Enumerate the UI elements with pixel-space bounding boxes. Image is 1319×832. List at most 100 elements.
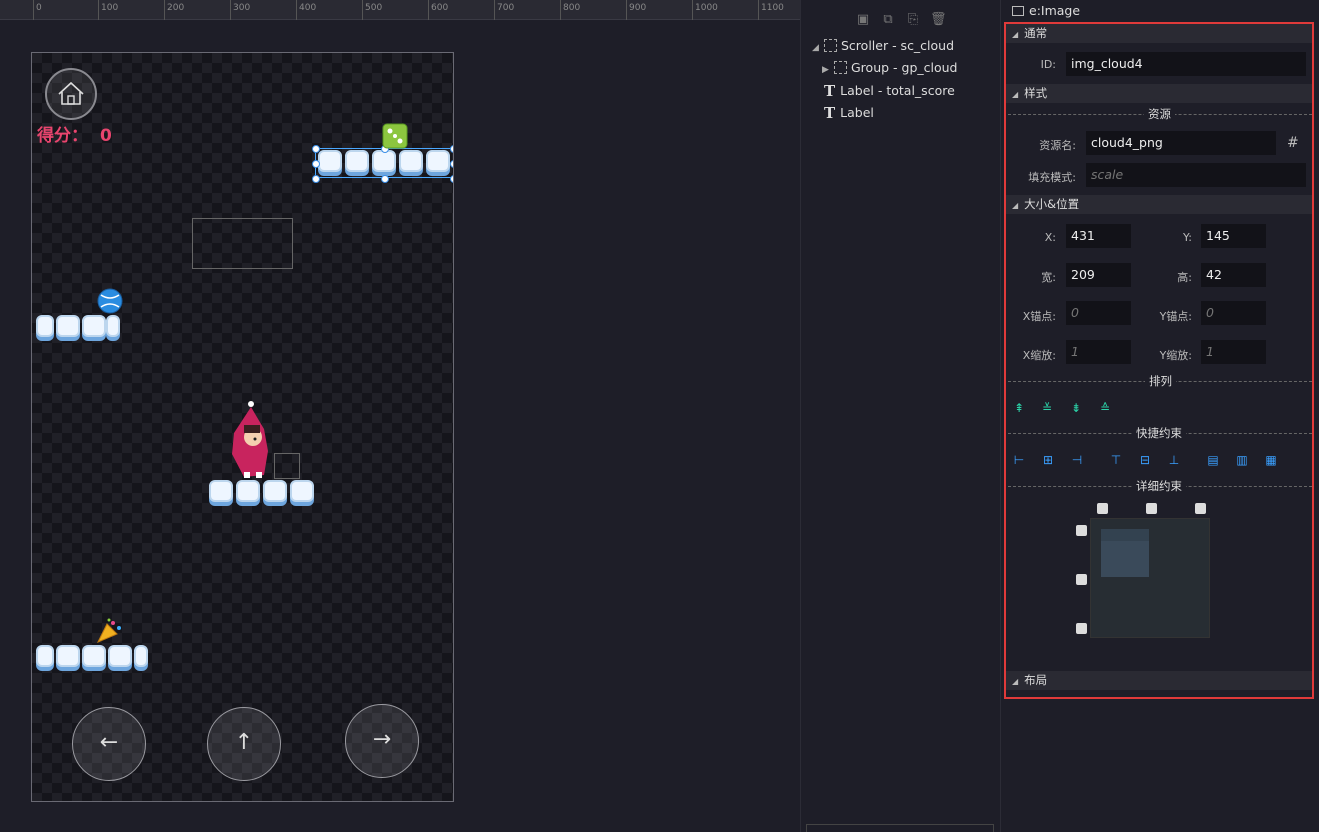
fill-both-icon[interactable]: ▦ [1263, 452, 1279, 468]
scale-y-field[interactable] [1201, 340, 1266, 364]
align-right-icon[interactable]: ⊣ [1069, 452, 1085, 468]
bring-forward-icon[interactable]: ≚ [1039, 400, 1055, 416]
tree-item-label-total-score[interactable]: T Label - total_score [824, 82, 955, 100]
bring-to-front-icon[interactable]: ⇞ [1011, 400, 1027, 416]
section-style[interactable]: ◢ 样式 [1006, 84, 1312, 103]
send-to-back-icon[interactable]: ≙ [1097, 400, 1113, 416]
character-sprite [232, 401, 268, 478]
x-field[interactable] [1066, 224, 1131, 248]
align-center-h-icon[interactable]: ⊞ [1040, 452, 1056, 468]
section-size-position[interactable]: ◢ 大小&位置 [1006, 195, 1312, 214]
detail-constraint-header: 详细约束 [1132, 478, 1186, 494]
placeholder-rect[interactable] [192, 218, 293, 269]
tree-item-scroller[interactable]: ◢ Scroller - sc_cloud [812, 38, 954, 56]
ruler-tick: 1000 [692, 0, 718, 20]
constraint-right-checkbox[interactable] [1195, 503, 1206, 514]
constraint-top-checkbox[interactable] [1076, 525, 1087, 536]
cloud-platform[interactable] [209, 480, 317, 506]
collapse-icon[interactable]: ◢ [1012, 90, 1018, 99]
resize-handle[interactable] [312, 175, 320, 183]
constraint-middle-checkbox[interactable] [1076, 574, 1087, 585]
ruler-tick: 300 [230, 0, 250, 20]
arrow-right-icon: → [372, 727, 392, 752]
tree-item-label: Scroller - sc_cloud [841, 38, 955, 53]
constraint-left-checkbox[interactable] [1097, 503, 1108, 514]
ruler-tick: 900 [626, 0, 646, 20]
jump-button[interactable]: ↑ [207, 707, 281, 781]
cloud-platform[interactable] [36, 645, 148, 671]
ruler-tick: 800 [560, 0, 580, 20]
resize-handle[interactable] [312, 145, 320, 153]
constraint-preview-element [1101, 529, 1149, 577]
ball-icon [97, 288, 123, 314]
scale-x-field[interactable] [1066, 340, 1131, 364]
resize-handle[interactable] [450, 160, 453, 168]
send-backward-icon[interactable]: ⇟ [1068, 400, 1084, 416]
ruler: 0 100 200 300 400 500 600 700 800 900 10… [0, 0, 800, 20]
cloud-platform[interactable] [36, 315, 120, 341]
collapse-icon[interactable]: ◢ [1012, 677, 1018, 686]
group-icon[interactable]: ▣ [855, 12, 871, 28]
align-left-icon[interactable]: ⊢ [1011, 452, 1027, 468]
resource-name-field[interactable] [1086, 131, 1276, 155]
arrange-header: 排列 [1145, 373, 1176, 389]
ruler-tick: 600 [428, 0, 448, 20]
fill-height-icon[interactable]: ▥ [1234, 452, 1250, 468]
ruler-tick: 0 [33, 0, 42, 20]
fill-mode-field[interactable] [1086, 163, 1306, 187]
width-field[interactable] [1066, 263, 1131, 287]
copy-icon[interactable]: ⎘ [905, 12, 921, 28]
id-field[interactable] [1066, 52, 1306, 76]
anchor-y-field[interactable] [1201, 301, 1266, 325]
inspector-title: e:Image [1012, 3, 1080, 18]
tree-item-group[interactable]: ▶ Group - gp_cloud [822, 60, 957, 78]
ungroup-icon[interactable]: ⧉ [880, 12, 896, 28]
score-value: 0 [100, 126, 112, 146]
move-right-button[interactable]: → [345, 704, 419, 778]
scale-x-label: X缩放: [1022, 349, 1056, 362]
y-field[interactable] [1201, 224, 1266, 248]
tree-item-label: Label - total_score [840, 83, 955, 98]
scrollbar[interactable] [806, 824, 994, 832]
section-common[interactable]: ◢ 通常 [1006, 24, 1312, 43]
scale-y-label: Y缩放: [1159, 349, 1192, 362]
resize-handle[interactable] [312, 160, 320, 168]
trash-icon[interactable]: 🗑 [930, 12, 947, 28]
anchor-x-field[interactable] [1066, 301, 1131, 325]
move-left-button[interactable]: ← [72, 707, 146, 781]
height-label: 高: [1177, 271, 1192, 284]
resource-name-label: 资源名: [1039, 139, 1076, 152]
group-node-icon [834, 61, 847, 74]
dice-icon [382, 123, 408, 149]
constraint-bottom-checkbox[interactable] [1076, 623, 1087, 634]
grid-icon[interactable]: # [1287, 135, 1303, 151]
ruler-tick: 400 [296, 0, 316, 20]
resize-handle[interactable] [450, 145, 453, 153]
height-field[interactable] [1201, 263, 1266, 287]
resize-handle[interactable] [450, 175, 453, 183]
align-top-icon[interactable]: ⊤ [1108, 452, 1124, 468]
ruler-tick: 700 [494, 0, 514, 20]
section-layout[interactable]: ◢ 布局 [1006, 671, 1312, 690]
collapse-icon[interactable]: ◢ [1012, 30, 1018, 39]
home-button[interactable] [45, 68, 97, 120]
resource-header: 资源 [1144, 106, 1175, 122]
collapse-icon[interactable]: ◢ [1012, 201, 1018, 210]
scroller-icon [824, 39, 837, 52]
align-center-v-icon[interactable]: ⊟ [1137, 452, 1153, 468]
expand-right-icon[interactable]: ▶ [822, 65, 834, 75]
quick-constraint-header: 快捷约束 [1132, 425, 1186, 441]
game-stage[interactable]: 得分： 0 ← ↑ → [31, 52, 454, 802]
align-bottom-icon[interactable]: ⊥ [1166, 452, 1182, 468]
constraint-center-checkbox[interactable] [1146, 503, 1157, 514]
expand-down-icon[interactable]: ◢ [812, 43, 824, 53]
x-label: X: [1044, 231, 1056, 244]
placeholder-rect[interactable] [274, 453, 300, 479]
resize-handle[interactable] [381, 175, 389, 183]
id-label: ID: [1040, 58, 1056, 71]
tree-item-label[interactable]: T Label [824, 104, 874, 122]
fill-width-icon[interactable]: ▤ [1205, 452, 1221, 468]
ruler-tick: 100 [98, 0, 118, 20]
selection-box[interactable] [312, 145, 453, 183]
anchor-x-label: X锚点: [1022, 310, 1056, 323]
